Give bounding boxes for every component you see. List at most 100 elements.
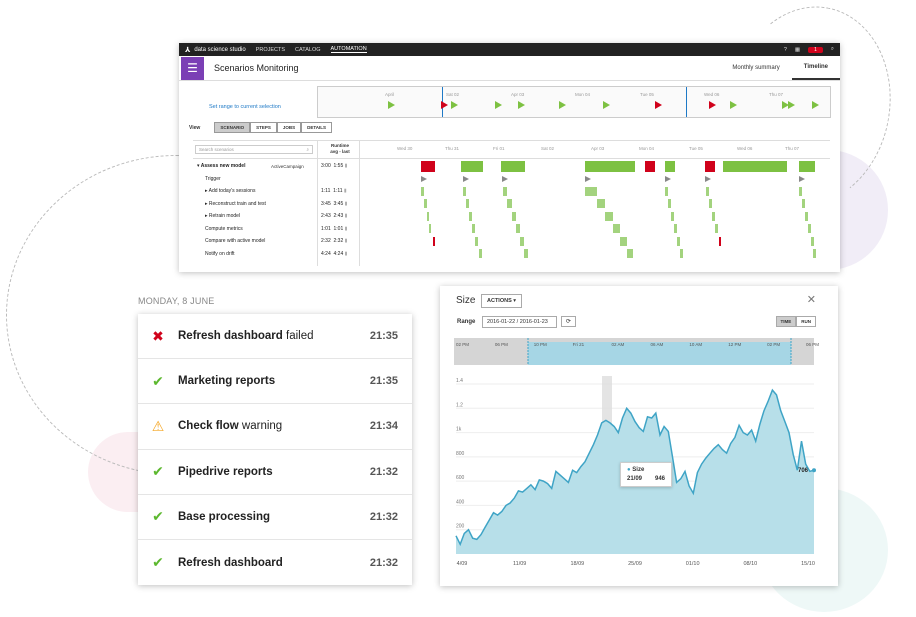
trigger-marker (799, 176, 805, 182)
cross-icon: ✖ (152, 327, 164, 344)
tab-monthly-summary[interactable]: Monthly summary (720, 56, 791, 80)
col-tick: Fri 01 (493, 146, 505, 151)
tab-timeline[interactable]: Timeline (791, 56, 840, 80)
trigger-marker (665, 176, 671, 182)
run-marker (388, 101, 395, 109)
warning-icon: ⚠ (151, 417, 165, 434)
runtime-subheader: avg - last (330, 149, 350, 154)
runtime-last: 1:01 (333, 225, 344, 232)
nav-projects[interactable]: PROJECTS (256, 47, 285, 53)
end-value-label: 706 (798, 468, 809, 474)
run-bar[interactable] (585, 161, 635, 172)
search-icon[interactable]: ⌕ (831, 46, 834, 53)
overview-tick: 02 PM (456, 342, 469, 347)
range-tick: Mon 04 (575, 92, 591, 97)
list-item[interactable]: ⚠ Check flow warning 21:34 (138, 404, 412, 450)
run-bar-failed[interactable] (421, 161, 435, 172)
overview-tick: 02 PM (767, 342, 780, 347)
list-item[interactable]: ✔ Refresh dashboard 21:32 (138, 540, 412, 585)
range-overview[interactable]: April Sat 02 Apr 03 Mon 04 Tue 05 Wed 06… (317, 86, 831, 118)
runtime-avg: 2:43 (321, 213, 331, 220)
list-item[interactable]: ✔ Base processing 21:32 (138, 495, 412, 540)
item-title: Pipedrive reports (178, 465, 273, 478)
check-icon: ✔ (152, 554, 164, 571)
run-marker (518, 101, 525, 109)
feed-day-label: MONDAY, 8 JUNE (138, 296, 215, 306)
runtime-last: 1:11 (333, 188, 343, 195)
range-tick: Thu 07 (769, 92, 784, 97)
y-tick-label: 1k (456, 427, 462, 433)
top-nav-bar: ⅄ data science studio PROJECTS CATALOG A… (179, 43, 840, 56)
scenario-name: Assess new model (200, 163, 246, 170)
table-row[interactable]: Compute metrics 1:01 1:01 ▮ (193, 223, 830, 236)
view-details-button[interactable]: DETAILS (301, 122, 333, 133)
step-name: Reconstruct train and test (208, 200, 266, 207)
range-tick: Sat 02 (446, 92, 460, 97)
dss-logo-icon[interactable]: ⅄ (185, 46, 190, 54)
view-scenario-button[interactable]: SCENARIO (214, 122, 251, 133)
run-marker (495, 101, 502, 109)
item-time: 21:32 (369, 465, 398, 478)
item-time: 21:32 (369, 556, 398, 569)
run-bar[interactable] (723, 161, 787, 172)
run-bar[interactable] (461, 161, 483, 172)
run-marker-failed (655, 101, 662, 109)
run-bar-failed[interactable] (645, 161, 655, 172)
item-time: 21:34 (369, 420, 398, 433)
step-name: Retrain model (208, 213, 241, 220)
nav-catalog[interactable]: CATALOG (295, 47, 320, 53)
apps-grid-icon[interactable]: ▦ (795, 47, 800, 53)
view-selector: View SCENARIO STEPS JOBS DETAILS (189, 122, 333, 133)
check-icon: ✔ (152, 372, 164, 389)
runtime-avg: 4:24 (321, 250, 331, 257)
notification-badge[interactable]: 1 (808, 46, 823, 53)
check-icon: ✔ (152, 508, 164, 525)
timeline-range-selector: Set range to current selection April Sat… (179, 81, 840, 121)
help-icon[interactable]: ? (784, 47, 787, 53)
item-time: 21:32 (369, 510, 398, 523)
x-tick-label: 18/09 (570, 561, 584, 567)
run-bar[interactable] (501, 161, 525, 172)
run-bar-failed[interactable] (705, 161, 715, 172)
list-item[interactable]: ✔ Marketing reports 21:35 (138, 359, 412, 405)
table-row[interactable]: ▸ Add today's sessions 1:11 1:11 ▮ (193, 185, 830, 198)
item-title: Check flow (178, 420, 239, 433)
x-tick-label: 08/10 (743, 561, 757, 567)
runtime-last: 4:24 (333, 250, 344, 257)
table-row[interactable]: Trigger (193, 173, 830, 186)
runtime-avg: 1:11 (321, 188, 331, 195)
item-time: 21:35 (369, 330, 398, 343)
scenario-list-icon: ☰ (181, 56, 204, 80)
page-header: ☰ Scenarios Monitoring Monthly summary T… (179, 56, 840, 81)
runtime-last: 2:32 (333, 238, 344, 245)
item-title: Refresh dashboard (178, 556, 283, 569)
view-steps-button[interactable]: STEPS (250, 122, 277, 133)
run-bar[interactable] (799, 161, 815, 172)
trigger-marker (421, 176, 427, 182)
range-tick: Wed 06 (704, 92, 720, 97)
range-tick: April (385, 92, 395, 97)
list-item[interactable]: ✔ Pipedrive reports 21:32 (138, 450, 412, 495)
series-dot-icon: ● (627, 467, 631, 473)
size-area-chart[interactable]: 02 PM 06 PM 10 PM Fri 21 02 AM 06 AM 10 AM 12 P… (440, 286, 838, 586)
nav-automation[interactable]: AUTOMATION (330, 46, 367, 53)
range-handle-right[interactable] (686, 87, 687, 117)
run-marker (451, 101, 458, 109)
search-icon: ⌕ (306, 147, 309, 152)
table-row[interactable]: Notify on drift 4:24 4:24 ▮ (193, 248, 830, 261)
bar-chart-icon: ▮ (344, 163, 348, 170)
x-tick-label: 01/10 (686, 561, 700, 567)
runtime-last: 1:55 (333, 163, 344, 170)
run-bar[interactable] (665, 161, 675, 172)
tooltip-value: 946 (654, 476, 665, 482)
overview-tick: 06 PM (806, 342, 819, 347)
view-jobs-button[interactable]: JOBS (276, 122, 302, 133)
search-scenarios-input[interactable]: Search scenarios ⌕ (195, 145, 313, 154)
run-marker (730, 101, 737, 109)
set-range-link[interactable]: Set range to current selection (209, 104, 281, 110)
overview-tick: 06 PM (495, 342, 508, 347)
table-row[interactable]: Compare with active model 2:32 2:32 ▮ (193, 235, 830, 248)
run-marker (559, 101, 566, 109)
overview-tick: 06 AM (650, 342, 663, 347)
list-item[interactable]: ✖ Refresh dashboard failed 21:35 (138, 314, 412, 360)
